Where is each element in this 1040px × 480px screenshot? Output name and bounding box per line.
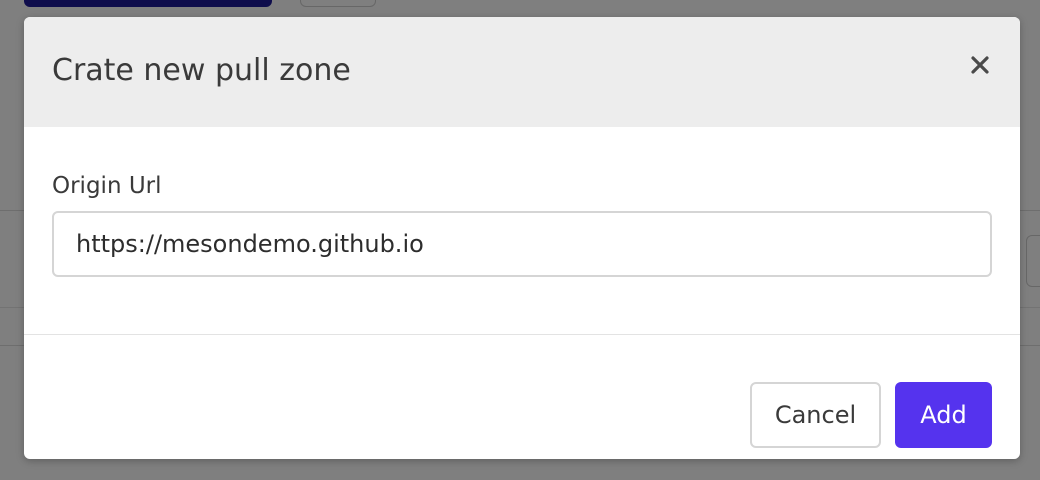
- close-button[interactable]: [964, 49, 996, 81]
- close-icon: [971, 56, 989, 74]
- origin-url-label: Origin Url: [52, 173, 162, 199]
- modal-footer: Cancel Add: [24, 334, 1020, 459]
- modal-title: Crate new pull zone: [52, 53, 351, 88]
- origin-url-input[interactable]: [52, 211, 992, 277]
- modal-header: Crate new pull zone: [24, 17, 1020, 127]
- cancel-button[interactable]: Cancel: [750, 382, 881, 448]
- add-button[interactable]: Add: [895, 382, 992, 448]
- modal-body: Origin Url: [24, 127, 1020, 334]
- create-pull-zone-modal: Crate new pull zone Origin Url Cancel Ad…: [24, 17, 1020, 459]
